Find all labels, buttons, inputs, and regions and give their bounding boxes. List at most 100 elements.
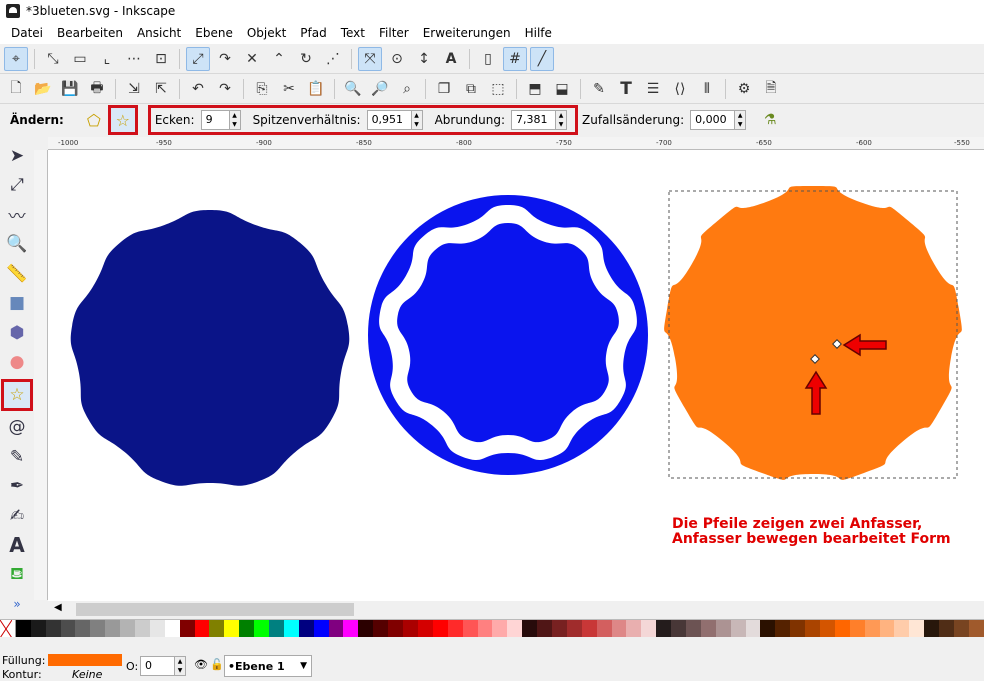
randomize-spin-arrows[interactable]: ▲ ▼ <box>734 111 746 129</box>
spoke-ratio-spin-arrows[interactable]: ▲ ▼ <box>410 111 422 129</box>
palette-swatch[interactable] <box>954 620 969 638</box>
palette-swatch[interactable] <box>105 620 121 638</box>
layer-dropdown[interactable]: •Ebene 1 ▼ <box>224 655 312 677</box>
palette-swatch[interactable] <box>790 620 806 638</box>
export-icon[interactable]: ⇱ <box>149 77 173 101</box>
palette-swatch[interactable] <box>909 620 925 638</box>
palette-swatch[interactable] <box>715 620 731 638</box>
palette-swatch[interactable] <box>730 620 746 638</box>
palette-swatch[interactable] <box>60 620 76 638</box>
zoom-selection-icon[interactable]: 🔍 <box>341 77 365 101</box>
select-tool-icon[interactable]: ➤ <box>4 143 30 169</box>
menu-bearbeiten[interactable]: Bearbeiten <box>50 22 130 44</box>
opacity-value[interactable]: 0 <box>141 657 174 675</box>
palette-swatch[interactable] <box>537 620 552 638</box>
zoom-page-icon[interactable]: ⌕ <box>395 77 419 101</box>
xml-editor-icon[interactable]: ⟨⟩ <box>668 77 692 101</box>
palette-swatch[interactable] <box>15 620 31 638</box>
palette-swatch[interactable] <box>641 620 657 638</box>
palette-swatch[interactable] <box>864 620 880 638</box>
snap-center-icon[interactable]: ⊙ <box>385 47 409 71</box>
3d-box-tool-icon[interactable]: ⬢ <box>4 320 30 346</box>
palette-swatch[interactable] <box>447 620 463 638</box>
paste-icon[interactable]: 📋 <box>304 77 328 101</box>
snap-text-baseline-icon[interactable]: A <box>439 47 463 71</box>
rounding-spin-arrows[interactable]: ▲ ▼ <box>555 111 567 129</box>
menu-filter[interactable]: Filter <box>372 22 416 44</box>
zoom-drawing-icon[interactable]: 🔎 <box>368 77 392 101</box>
undo-icon[interactable]: ↶ <box>186 77 210 101</box>
open-icon[interactable]: 📂 <box>31 77 55 101</box>
palette-swatch[interactable] <box>507 620 523 638</box>
palette-swatch[interactable] <box>805 620 820 638</box>
palette-swatch[interactable] <box>120 620 136 638</box>
palette-swatch[interactable] <box>403 620 418 638</box>
palette-swatch[interactable] <box>149 620 165 638</box>
menu-ebene[interactable]: Ebene <box>188 22 240 44</box>
horizontal-scrollbar[interactable]: ◀ <box>48 601 984 618</box>
redo-icon[interactable]: ↷ <box>213 77 237 101</box>
palette-swatch[interactable] <box>700 620 716 638</box>
snap-bbox-mid-icon[interactable]: ⋯ <box>122 47 146 71</box>
preferences-icon[interactable]: ⚙ <box>732 77 756 101</box>
palette-swatch[interactable] <box>760 620 776 638</box>
palette-swatch[interactable] <box>477 620 493 638</box>
tweak-tool-icon[interactable]: 〰 <box>4 202 30 228</box>
fill-swatch[interactable] <box>48 654 122 666</box>
snap-guide-icon[interactable]: ╱ <box>530 46 554 71</box>
layer-visibility-icon[interactable]: 👁 <box>194 658 208 671</box>
snap-others-icon[interactable]: ⤧ <box>358 46 382 71</box>
measure-tool-icon[interactable]: 📏 <box>4 261 30 287</box>
unlink-clone-icon[interactable]: ⬚ <box>486 77 510 101</box>
palette-swatch[interactable] <box>135 620 150 638</box>
rounding-value[interactable]: 7,381 <box>512 111 555 129</box>
new-document-icon[interactable]: 🗋 <box>4 77 28 101</box>
palette-swatch[interactable] <box>894 620 910 638</box>
group-icon[interactable]: ⬒ <box>523 77 547 101</box>
zoom-tool-icon[interactable]: 🔍 <box>4 232 30 258</box>
palette-swatch[interactable] <box>90 620 106 638</box>
rect-tool-icon[interactable]: ■ <box>4 291 30 317</box>
snap-bbox-edge-icon[interactable]: ▭ <box>68 47 92 71</box>
palette-swatch[interactable] <box>849 620 865 638</box>
spoke-ratio-value[interactable]: 0,951 <box>368 111 411 129</box>
palette-swatch[interactable] <box>924 620 940 638</box>
palette-swatch[interactable] <box>358 620 374 638</box>
palette-swatch[interactable] <box>30 620 46 638</box>
menu-hilfe[interactable]: Hilfe <box>518 22 559 44</box>
palette-swatch[interactable] <box>581 620 597 638</box>
snap-bbox-corner-icon[interactable]: ⌞ <box>95 47 119 71</box>
palette-swatch[interactable] <box>671 620 686 638</box>
palette-swatch[interactable] <box>462 620 478 638</box>
duplicate-icon[interactable]: ❐ <box>432 77 456 101</box>
randomize-spinbox[interactable]: 0,000 ▲ ▼ <box>690 110 747 130</box>
palette-swatch[interactable] <box>968 620 984 638</box>
snap-cusp-icon[interactable]: ⌃ <box>267 47 291 71</box>
print-icon[interactable]: 🖶 <box>85 77 109 101</box>
opacity-spin-arrows[interactable]: ▲ ▼ <box>174 657 185 675</box>
ellipse-tool-icon[interactable]: ● <box>4 350 30 376</box>
spray-tool-icon[interactable]: ⛾ <box>4 562 30 588</box>
snap-grid-icon[interactable]: # <box>503 46 527 71</box>
snap-bbox-icon[interactable]: ⤡ <box>41 47 65 71</box>
layer-lock-icon[interactable]: 🔓 <box>210 658 224 671</box>
palette-swatch[interactable] <box>254 620 270 638</box>
palette-swatch[interactable] <box>224 620 240 638</box>
more-tools-icon[interactable]: » <box>4 592 30 618</box>
menu-ansicht[interactable]: Ansicht <box>130 22 188 44</box>
palette-swatch[interactable] <box>626 620 642 638</box>
palette-swatch[interactable] <box>775 620 791 638</box>
snap-toggle-icon[interactable]: ⌖ <box>4 46 28 71</box>
palette-swatch[interactable] <box>834 620 850 638</box>
polygon-mode-icon[interactable]: ⬠ <box>82 108 106 132</box>
palette-swatch[interactable] <box>45 620 61 638</box>
pen-tool-icon[interactable]: ✒ <box>4 474 30 500</box>
snap-midpoint-icon[interactable]: ⋰ <box>321 47 345 71</box>
palette-swatch[interactable] <box>343 620 359 638</box>
palette-swatch[interactable] <box>164 620 180 638</box>
menu-objekt[interactable]: Objekt <box>240 22 293 44</box>
palette-swatch[interactable] <box>551 620 567 638</box>
snap-bbox-center-icon[interactable]: ⊡ <box>149 47 173 71</box>
palette-swatch[interactable] <box>0 619 16 639</box>
text-tool-icon[interactable]: A <box>4 533 30 559</box>
